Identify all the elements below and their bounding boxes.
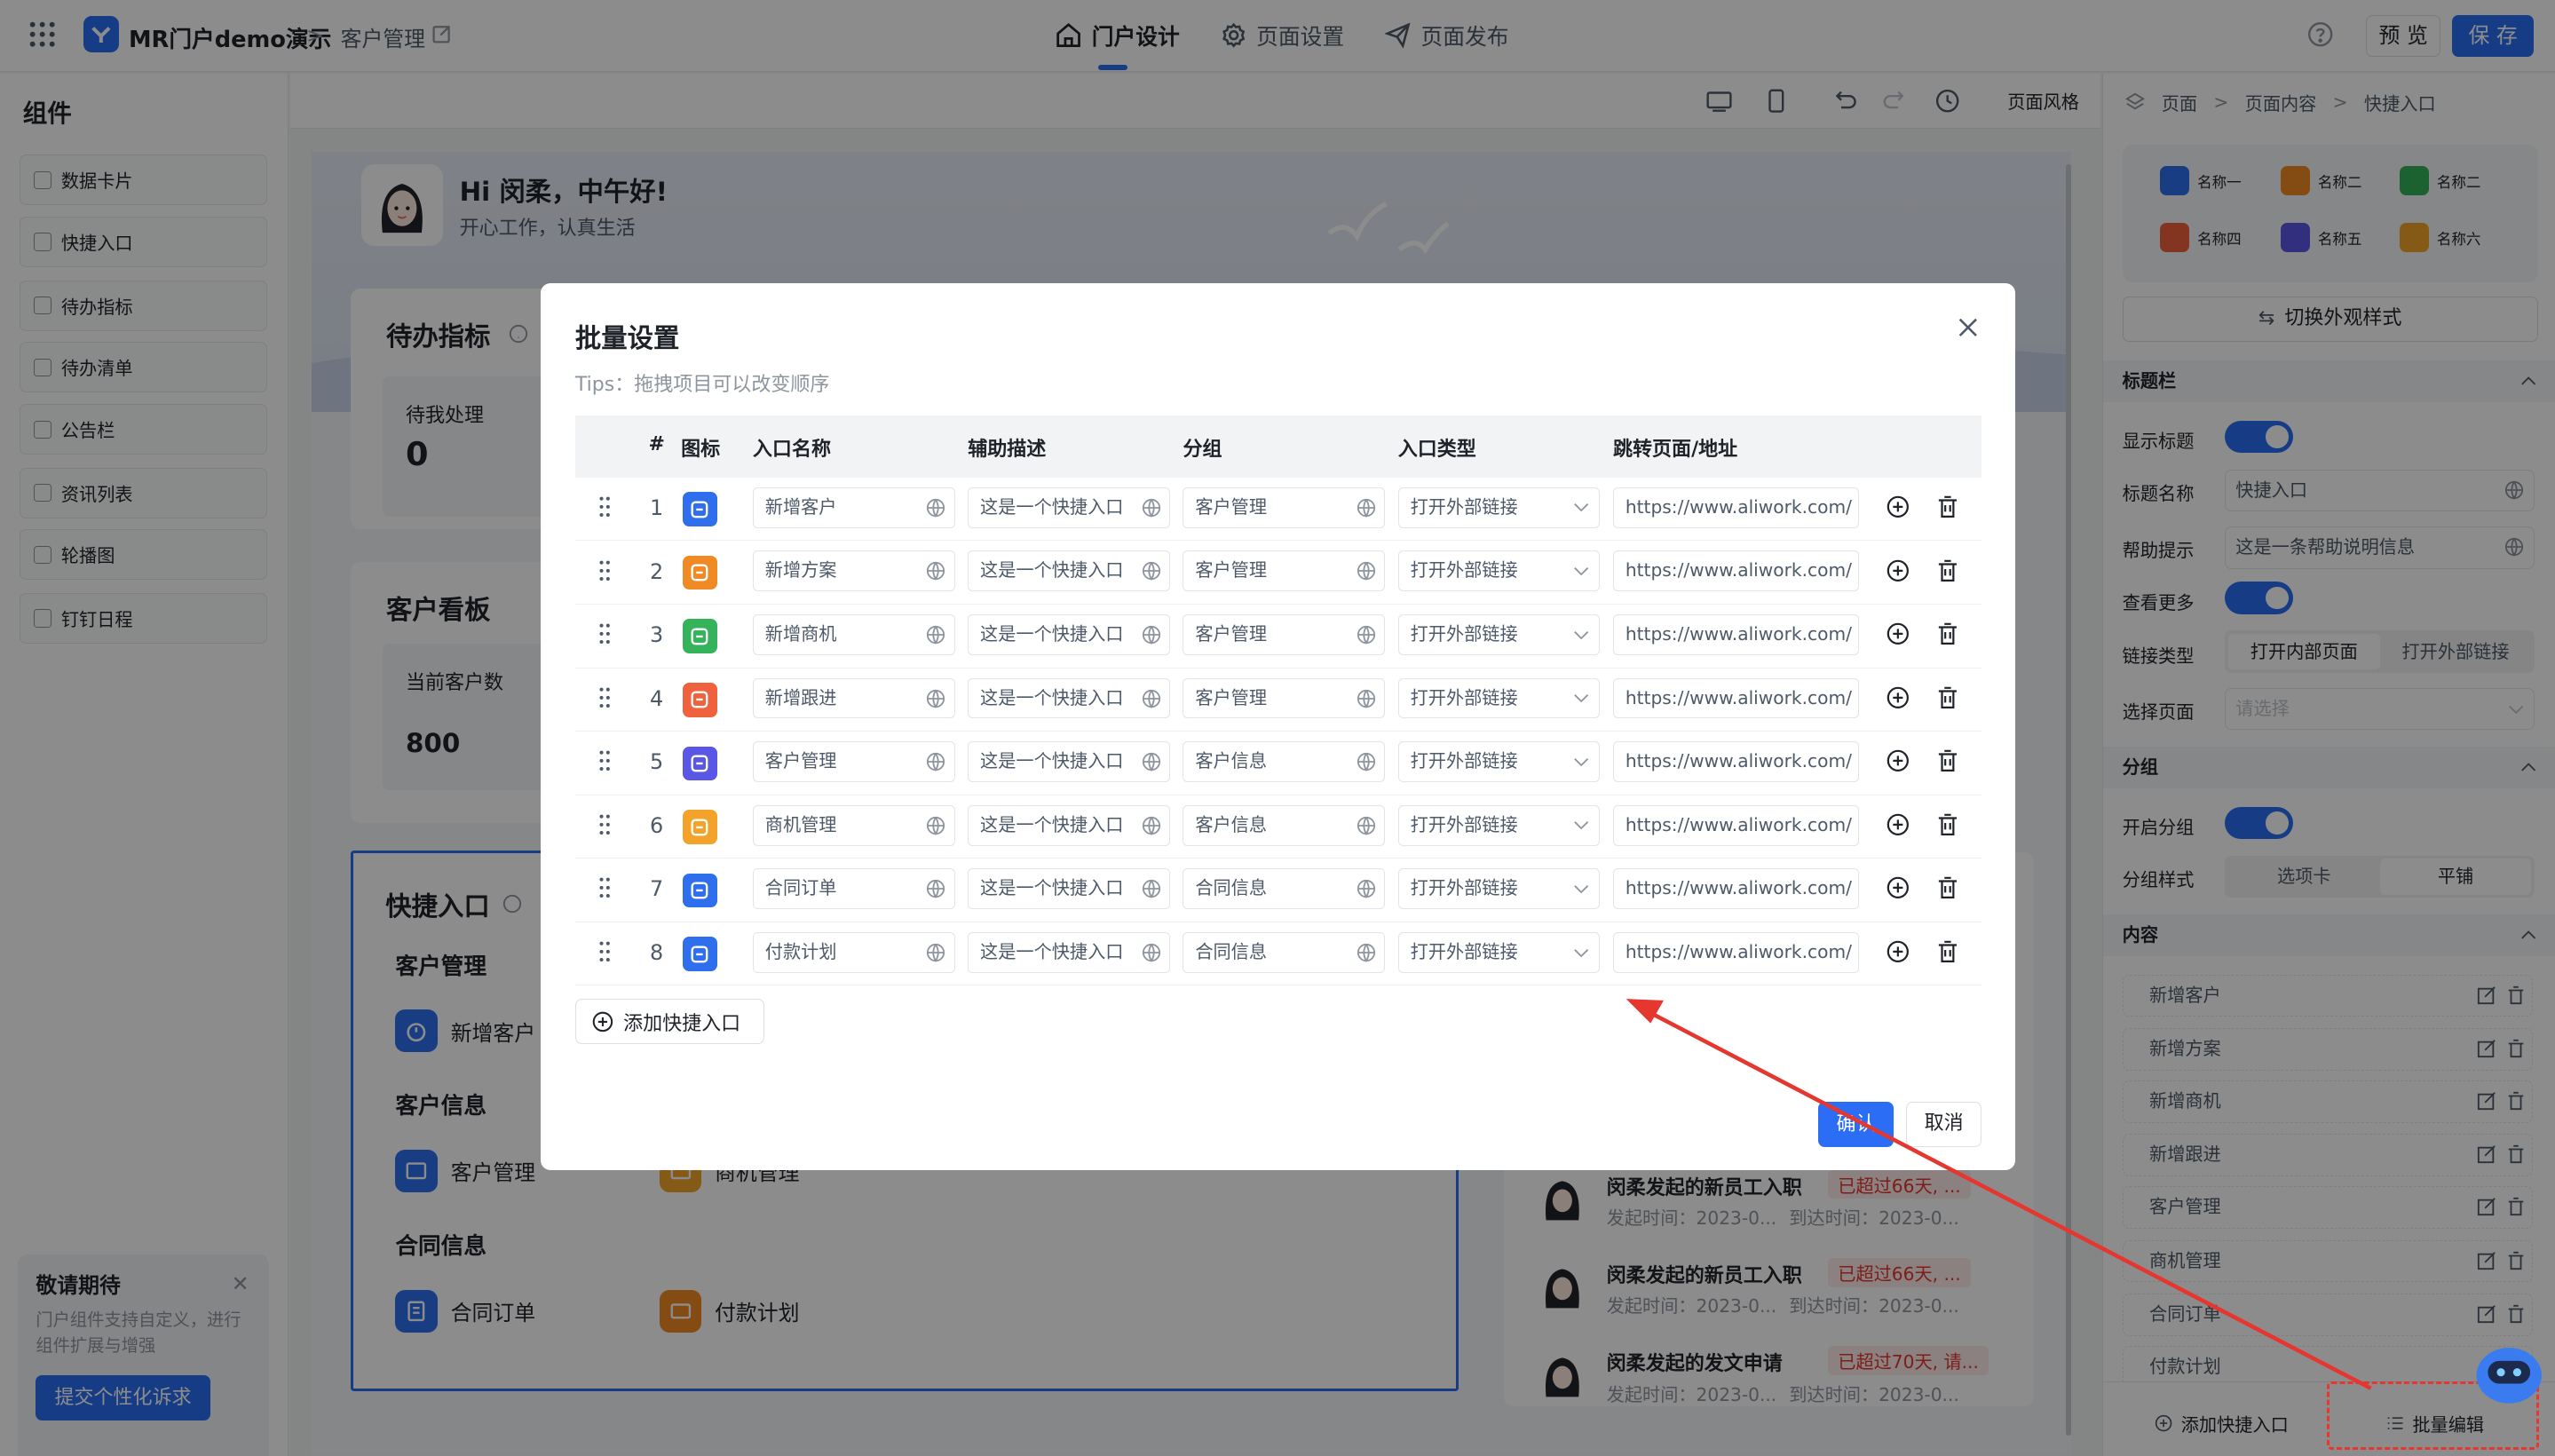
assistant-robot-icon[interactable]: [2472, 1340, 2546, 1408]
annotation-arrow: [1626, 999, 2372, 1390]
